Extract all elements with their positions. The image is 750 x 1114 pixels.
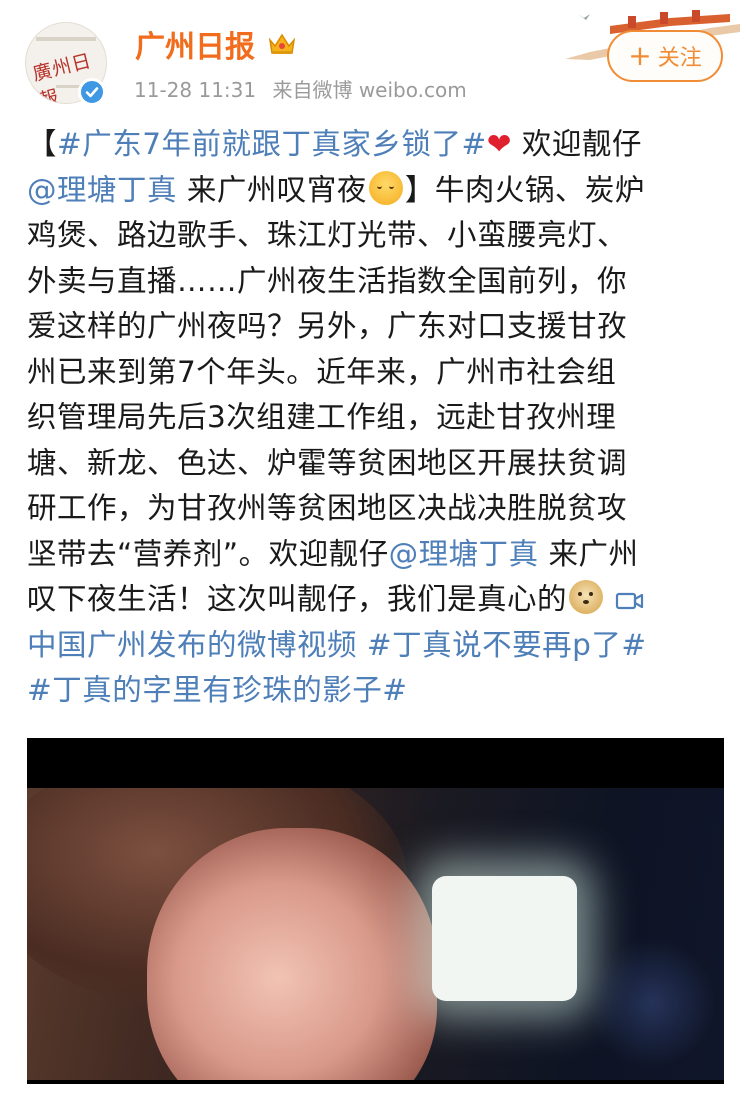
follow-label: 关注 [657,46,702,71]
text-segment: 来广州叹宵夜 [177,172,367,207]
content-line: 叹下夜生活！这次叫靓仔，我们是真心的 [27,577,727,623]
post-source: 来自微博 weibo.com [272,78,467,102]
post-content: 【#广东7年前就跟丁真家乡锁了#❤ 欢迎靓仔 @理塘丁真 来广州叹宵夜 】牛肉火锅… [27,122,727,714]
mention-link[interactable]: @理塘丁真 [389,537,539,571]
content-line: 织管理局先后3次组建工作组，远赴甘孜州理 [27,400,617,434]
video-subject-face [147,828,437,1080]
content-line: @理塘丁真 来广州叹宵夜 】牛肉火锅、炭炉 [27,168,727,214]
text-segment: 】牛肉火锅、炭炉 [404,172,645,207]
video-link[interactable]: 中国广州发布的微博视频 [27,628,357,662]
text-segment: 【 [27,127,58,161]
text-segment: 坚带去“营养剂”。欢迎靓仔 [27,536,389,571]
weibo-post: 廣州日報 广州日报 11-28 11:31 来自微博 weibo.com + 关… [0,0,750,1114]
post-timestamp: 11-28 11:31 [134,78,257,102]
video-light-panel [432,876,577,1001]
plus-icon: + [628,39,652,72]
crown-icon [268,33,296,54]
video-player[interactable] [27,738,724,1084]
video-camera-icon[interactable] [615,589,645,613]
verified-icon [78,78,106,106]
post-header: 廣州日報 广州日报 11-28 11:31 来自微博 weibo.com + 关… [0,0,750,118]
doge-emoji-icon [569,580,604,614]
video-bokeh [587,938,717,1068]
content-line: 中国广州发布的微博视频 #丁真说不要再p了# [27,623,727,669]
topic-link[interactable]: #广东7年前就跟丁真家乡锁了# [57,127,487,161]
content-line: 爱这样的广州夜吗？另外，广东对口支援甘孜 [27,309,628,343]
username[interactable]: 广州日报 [135,22,255,66]
topic-link[interactable]: #丁真的字里有珍珠的影子# [27,673,407,707]
content-line: 外卖与直播……广州夜生活指数全国前列，你 [27,263,628,298]
mention-link[interactable]: @理塘丁真 [27,173,177,207]
text-segment: 欢迎靓仔 [511,127,642,161]
content-line: 研工作，为甘孜州等贫困地区决战决胜脱贫攻 [27,491,628,525]
post-meta: 11-28 11:31 来自微博 weibo.com [134,74,477,103]
topic-link[interactable]: #丁真说不要再p了# [357,628,647,662]
blush-emoji-icon [368,170,403,205]
video-frame [27,788,724,1080]
follow-button[interactable]: + 关注 [607,30,723,82]
content-line: #丁真的字里有珍珠的影子# [27,668,727,714]
content-line: 塘、新龙、色达、炉霍等贫困地区开展扶贫调 [27,445,628,480]
content-line: 【#广东7年前就跟丁真家乡锁了#❤ 欢迎靓仔 [27,122,727,168]
content-line: 州已来到第7个年头。近年来，广州市社会组 [27,354,617,389]
content-line: 鸡煲、路边歌手、珠江灯光带、小蛮腰亮灯、 [27,218,628,252]
avatar-stripe [36,37,96,41]
content-line: 坚带去“营养剂”。欢迎靓仔@理塘丁真 来广州 [27,532,727,578]
text-segment: 叹下夜生活！这次叫靓仔，我们是真心的 [27,582,568,616]
heart-icon: ❤ [486,127,512,161]
text-segment: 来广州 [538,536,639,571]
